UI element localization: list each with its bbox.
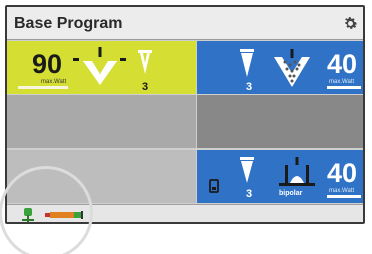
touch-highlight-ring xyxy=(0,166,93,254)
coag-unit-label: max.Watt xyxy=(329,79,355,85)
gear-icon[interactable] xyxy=(342,15,359,32)
cut-power-value: 90 xyxy=(32,49,63,79)
cut-unit-label: max.Watt xyxy=(41,79,67,85)
coag-mode-v-icon xyxy=(240,49,254,77)
bipolar-power-value: 40 xyxy=(327,158,358,188)
coag-power-bar xyxy=(327,86,361,89)
empty-slot-right[interactable] xyxy=(197,95,363,148)
cut-mode-number: 3 xyxy=(142,81,149,93)
cut-channel-panel[interactable]: 90 max.Watt 3 xyxy=(7,41,196,94)
bipolar-mode-v-icon xyxy=(240,157,254,183)
bipolar-forceps-icon xyxy=(279,157,315,186)
bipolar-mode-number: 3 xyxy=(246,188,253,200)
cut-power-bar xyxy=(18,86,68,89)
bipolar-channel-panel[interactable]: 3 bipolar 40 max.Watt xyxy=(197,150,363,203)
bipolar-mode-label: bipolar xyxy=(279,190,303,197)
cut-mode-v-icon xyxy=(138,50,152,74)
coag-channel-panel[interactable]: 3 40 max.Watt xyxy=(197,41,363,94)
program-title[interactable]: Base Program xyxy=(14,15,123,33)
title-bar: Base Program xyxy=(7,7,363,40)
empty-slot-left[interactable] xyxy=(7,95,196,148)
cut-blade-icon xyxy=(73,47,126,85)
bipolar-unit-label: max.Watt xyxy=(329,188,355,194)
bipolar-power-bar xyxy=(327,195,361,198)
coag-mode-number: 3 xyxy=(246,81,253,93)
coag-spray-icon xyxy=(274,49,310,87)
coag-power-value: 40 xyxy=(327,49,358,79)
footswitch-icon xyxy=(209,179,219,193)
